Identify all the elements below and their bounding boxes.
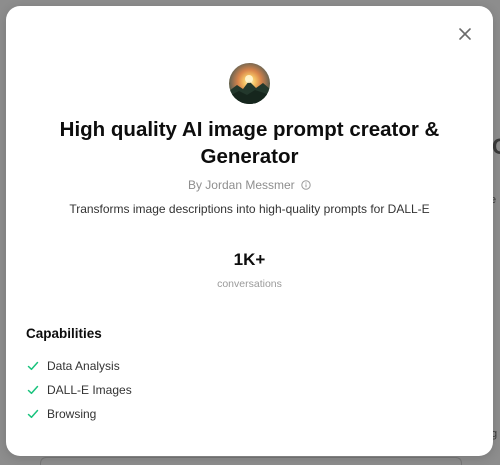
author-row: By Jordan Messmer: [6, 177, 493, 194]
author-name: By Jordan Messmer: [187, 178, 295, 192]
gpt-avatar-image: [229, 75, 270, 104]
info-icon[interactable]: [301, 178, 311, 194]
gpt-avatar: [229, 63, 270, 104]
gpt-description: Transforms image descriptions into high-…: [69, 202, 430, 216]
conversation-count: 1K+: [233, 250, 266, 269]
background-input-bar: [40, 457, 462, 465]
close-icon: [459, 28, 471, 40]
check-icon: [27, 360, 39, 372]
conversation-count-label: conversations: [217, 278, 282, 290]
capability-label: Data Analysis: [47, 359, 120, 373]
check-icon: [27, 408, 39, 420]
capability-item: Browsing: [26, 402, 132, 426]
check-icon: [27, 384, 39, 396]
capabilities-list: Data Analysis DALL-E Images Browsing: [26, 354, 132, 426]
background-glyph: C: [492, 134, 500, 159]
capability-item: DALL-E Images: [26, 378, 132, 402]
gpt-title: High quality AI image prompt creator & G…: [59, 118, 440, 168]
capability-item: Data Analysis: [26, 354, 132, 378]
capabilities-heading: Capabilities: [26, 326, 102, 341]
gpt-details-modal: High quality AI image prompt creator & G…: [6, 6, 493, 456]
close-button[interactable]: [455, 24, 475, 44]
capability-label: DALL-E Images: [47, 383, 132, 397]
capability-label: Browsing: [47, 407, 97, 421]
